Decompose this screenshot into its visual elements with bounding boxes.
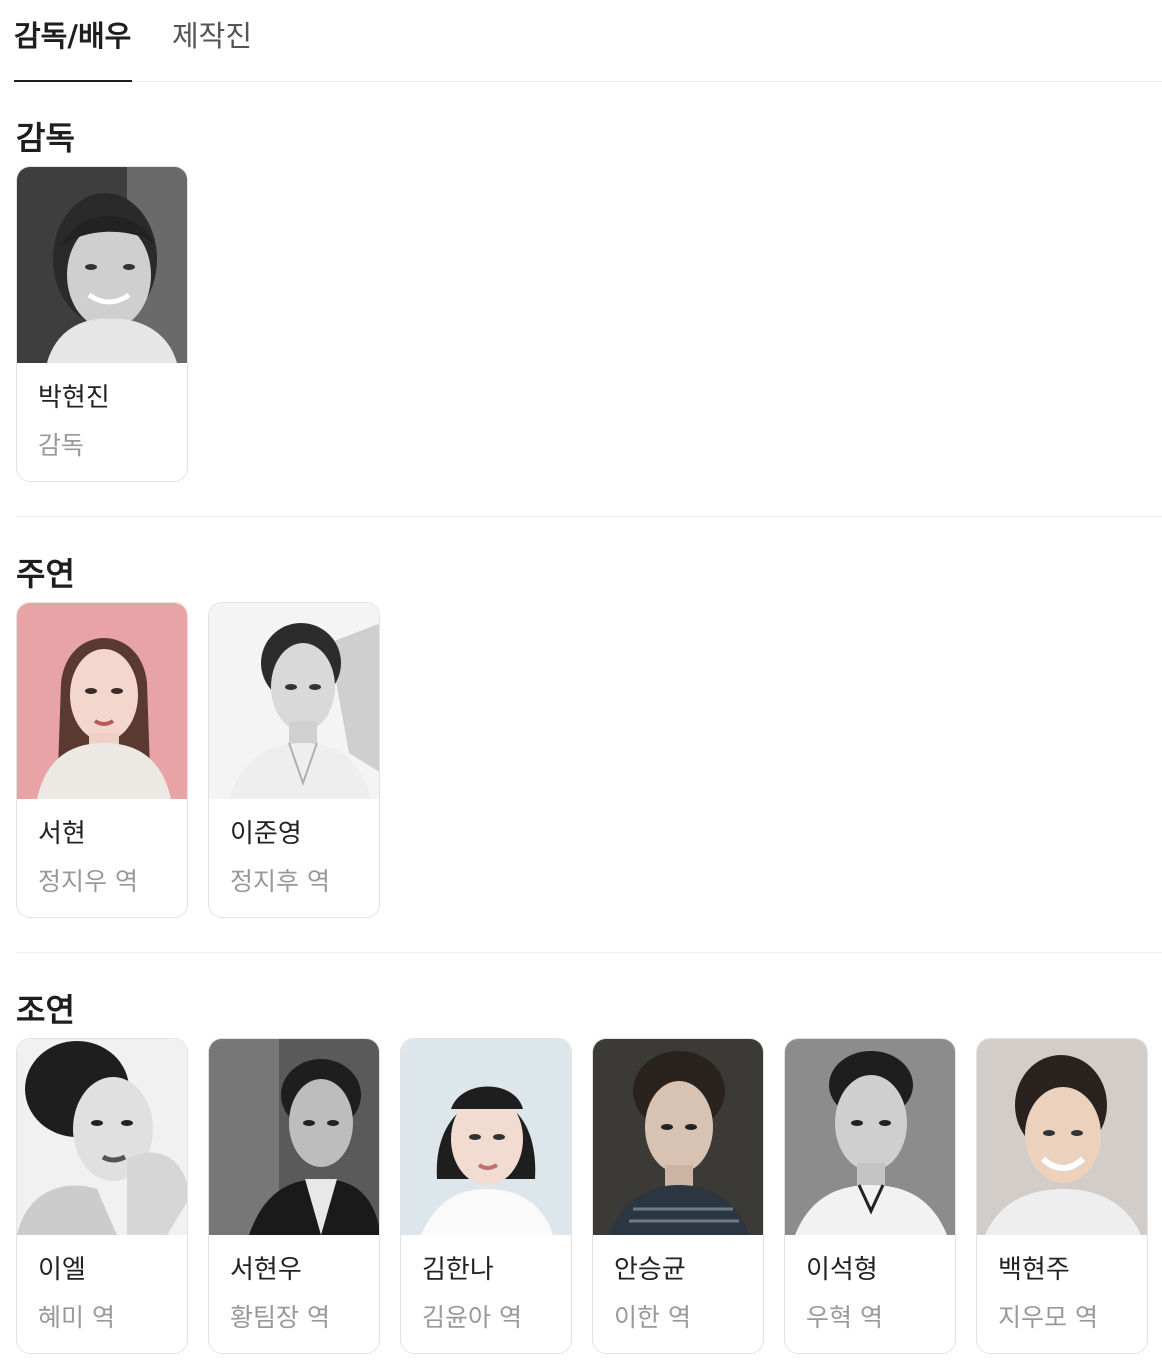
person-card[interactable]: 안승균 이한 역: [592, 1038, 764, 1354]
person-role: 우혁 역: [806, 1303, 883, 1332]
profile-photo: [17, 603, 187, 799]
person-role: 감독: [38, 431, 85, 460]
person-card[interactable]: 이준영 정지후 역: [208, 602, 380, 918]
profile-photo: [977, 1039, 1147, 1235]
profile-photo: [209, 603, 379, 799]
person-role: 정지우 역: [38, 867, 138, 896]
profile-photo: [209, 1039, 379, 1235]
person-role: 혜미 역: [38, 1303, 115, 1332]
person-card[interactable]: 김한나 김윤아 역: [400, 1038, 572, 1354]
person-card[interactable]: 서현 정지우 역: [16, 602, 188, 918]
tab-director-actor[interactable]: 감독/배우: [14, 16, 132, 82]
tab-bar: 감독/배우 제작진: [14, 0, 1162, 82]
section-divider: [16, 952, 1162, 953]
profile-photo: [593, 1039, 763, 1235]
tab-production-staff[interactable]: 제작진: [172, 16, 252, 56]
section-title-director: 감독: [16, 119, 75, 157]
person-card[interactable]: 박현진 감독: [16, 166, 188, 482]
person-role: 이한 역: [614, 1303, 691, 1332]
section-title-supporting: 조연: [16, 991, 75, 1029]
lead-card-list: 서현 정지우 역 이준영 정지후 역: [16, 602, 382, 920]
cast-crew-page: 감독/배우 제작진 감독 박현진 감독 주연 서현 정지우 역 이준영 정지후 …: [0, 0, 1162, 1370]
profile-photo: [17, 1039, 187, 1235]
person-name: 김한나: [422, 1255, 494, 1285]
person-name: 이석형: [806, 1255, 878, 1285]
person-card[interactable]: 서현우 황팀장 역: [208, 1038, 380, 1354]
person-name: 서현: [38, 819, 86, 849]
person-name: 서현우: [230, 1255, 302, 1285]
profile-photo: [785, 1039, 955, 1235]
person-name: 이준영: [230, 819, 302, 849]
person-role: 김윤아 역: [422, 1303, 522, 1332]
person-card[interactable]: 이엘 혜미 역: [16, 1038, 188, 1354]
person-name: 백현주: [998, 1255, 1070, 1285]
section-title-lead: 주연: [16, 555, 75, 593]
supporting-card-list: 이엘 혜미 역 서현우 황팀장 역 김한나 김윤아 역 안승균 이한 역 이석형…: [16, 1038, 1150, 1356]
person-role: 정지후 역: [230, 867, 330, 896]
person-role: 황팀장 역: [230, 1303, 330, 1332]
person-role: 지우모 역: [998, 1303, 1098, 1332]
person-name: 박현진: [38, 383, 110, 413]
section-divider: [16, 516, 1162, 517]
person-name: 이엘: [38, 1255, 86, 1285]
person-card[interactable]: 백현주 지우모 역: [976, 1038, 1148, 1354]
profile-photo: [17, 167, 187, 363]
director-card-list: 박현진 감독: [16, 166, 190, 484]
person-name: 안승균: [614, 1255, 686, 1285]
person-card[interactable]: 이석형 우혁 역: [784, 1038, 956, 1354]
profile-photo: [401, 1039, 571, 1235]
